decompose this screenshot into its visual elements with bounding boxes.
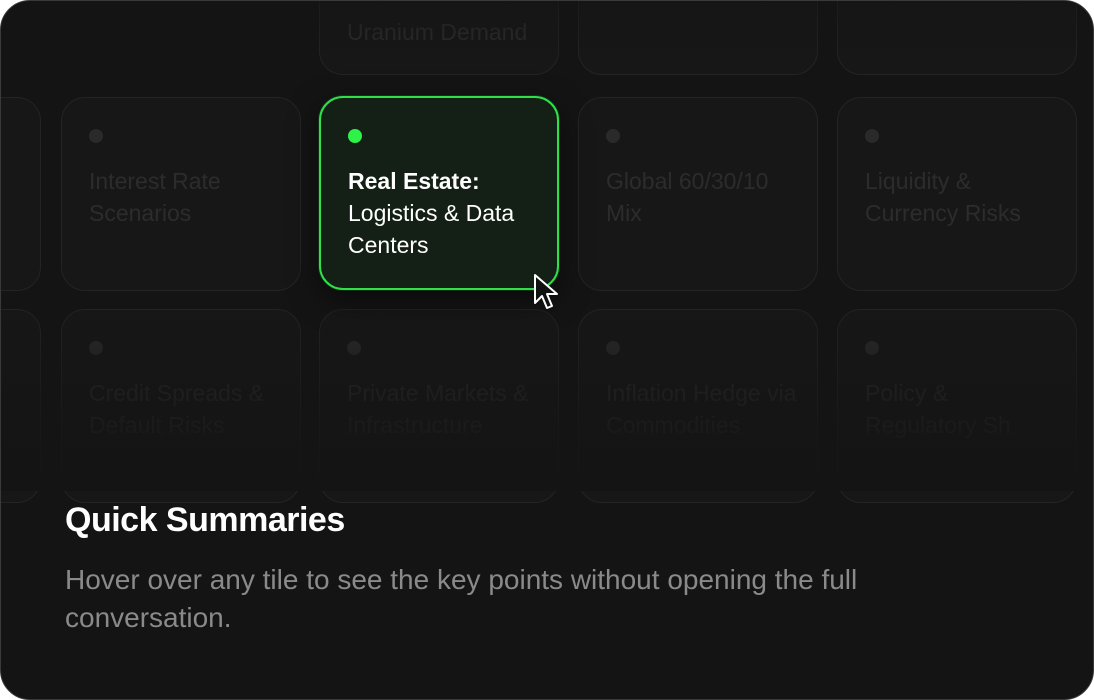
summary-tile[interactable]: Inflation Hedge via Commodities [578,309,818,503]
tile-label: Policy & Regulatory Sh [865,380,1011,438]
feature-title: Quick Summaries [65,501,345,539]
summary-tile[interactable]: Uranium Demand [319,1,559,75]
summary-tile[interactable]: Private Markets & Infrastructure [319,309,559,503]
tile-grid: Uranium Demand Interest Rate Scenarios R… [1,1,1093,503]
tile-subtitle: Logistics & Data Centers [348,200,515,258]
summary-tile[interactable] [1,309,41,503]
tile-label: Uranium Demand [347,19,528,45]
status-dot-icon [865,341,879,355]
status-dot-icon [606,341,620,355]
summary-tile[interactable] [1,97,41,291]
status-dot-icon [89,341,103,355]
summary-tile[interactable]: Liquidity & Currency Risks [837,97,1077,291]
feature-card: Uranium Demand Interest Rate Scenarios R… [0,0,1094,700]
status-dot-icon [865,129,879,143]
tile-heading: Real Estate: [348,168,480,194]
tile-label: Inflation Hedge via Commodities [606,380,797,438]
summary-tile-active[interactable]: Real Estate: Logistics & Data Centers [319,96,559,290]
summary-tile[interactable] [578,1,818,75]
tile-label: Global 60/30/10 Mix [606,168,769,226]
tile-label: Liquidity & Currency Risks [865,168,1021,226]
summary-tile[interactable]: Interest Rate Scenarios [61,97,301,291]
tile-label: Private Markets & Infrastructure [347,380,529,438]
status-dot-icon [348,129,362,143]
summary-tile[interactable] [837,1,1077,75]
summary-tile[interactable]: Credit Spreads & Default Risks [61,309,301,503]
status-dot-icon [606,129,620,143]
summary-tile[interactable]: Policy & Regulatory Sh [837,309,1077,503]
status-dot-icon [89,129,103,143]
tile-label: Credit Spreads & Default Risks [89,380,265,438]
summary-tile[interactable]: Global 60/30/10 Mix [578,97,818,291]
tile-label: Real Estate: Logistics & Data Centers [348,165,544,261]
feature-description: Hover over any tile to see the key point… [65,564,858,633]
mouse-pointer-icon [534,274,558,309]
tile-label: Interest Rate Scenarios [89,168,221,226]
status-dot-icon [347,341,361,355]
